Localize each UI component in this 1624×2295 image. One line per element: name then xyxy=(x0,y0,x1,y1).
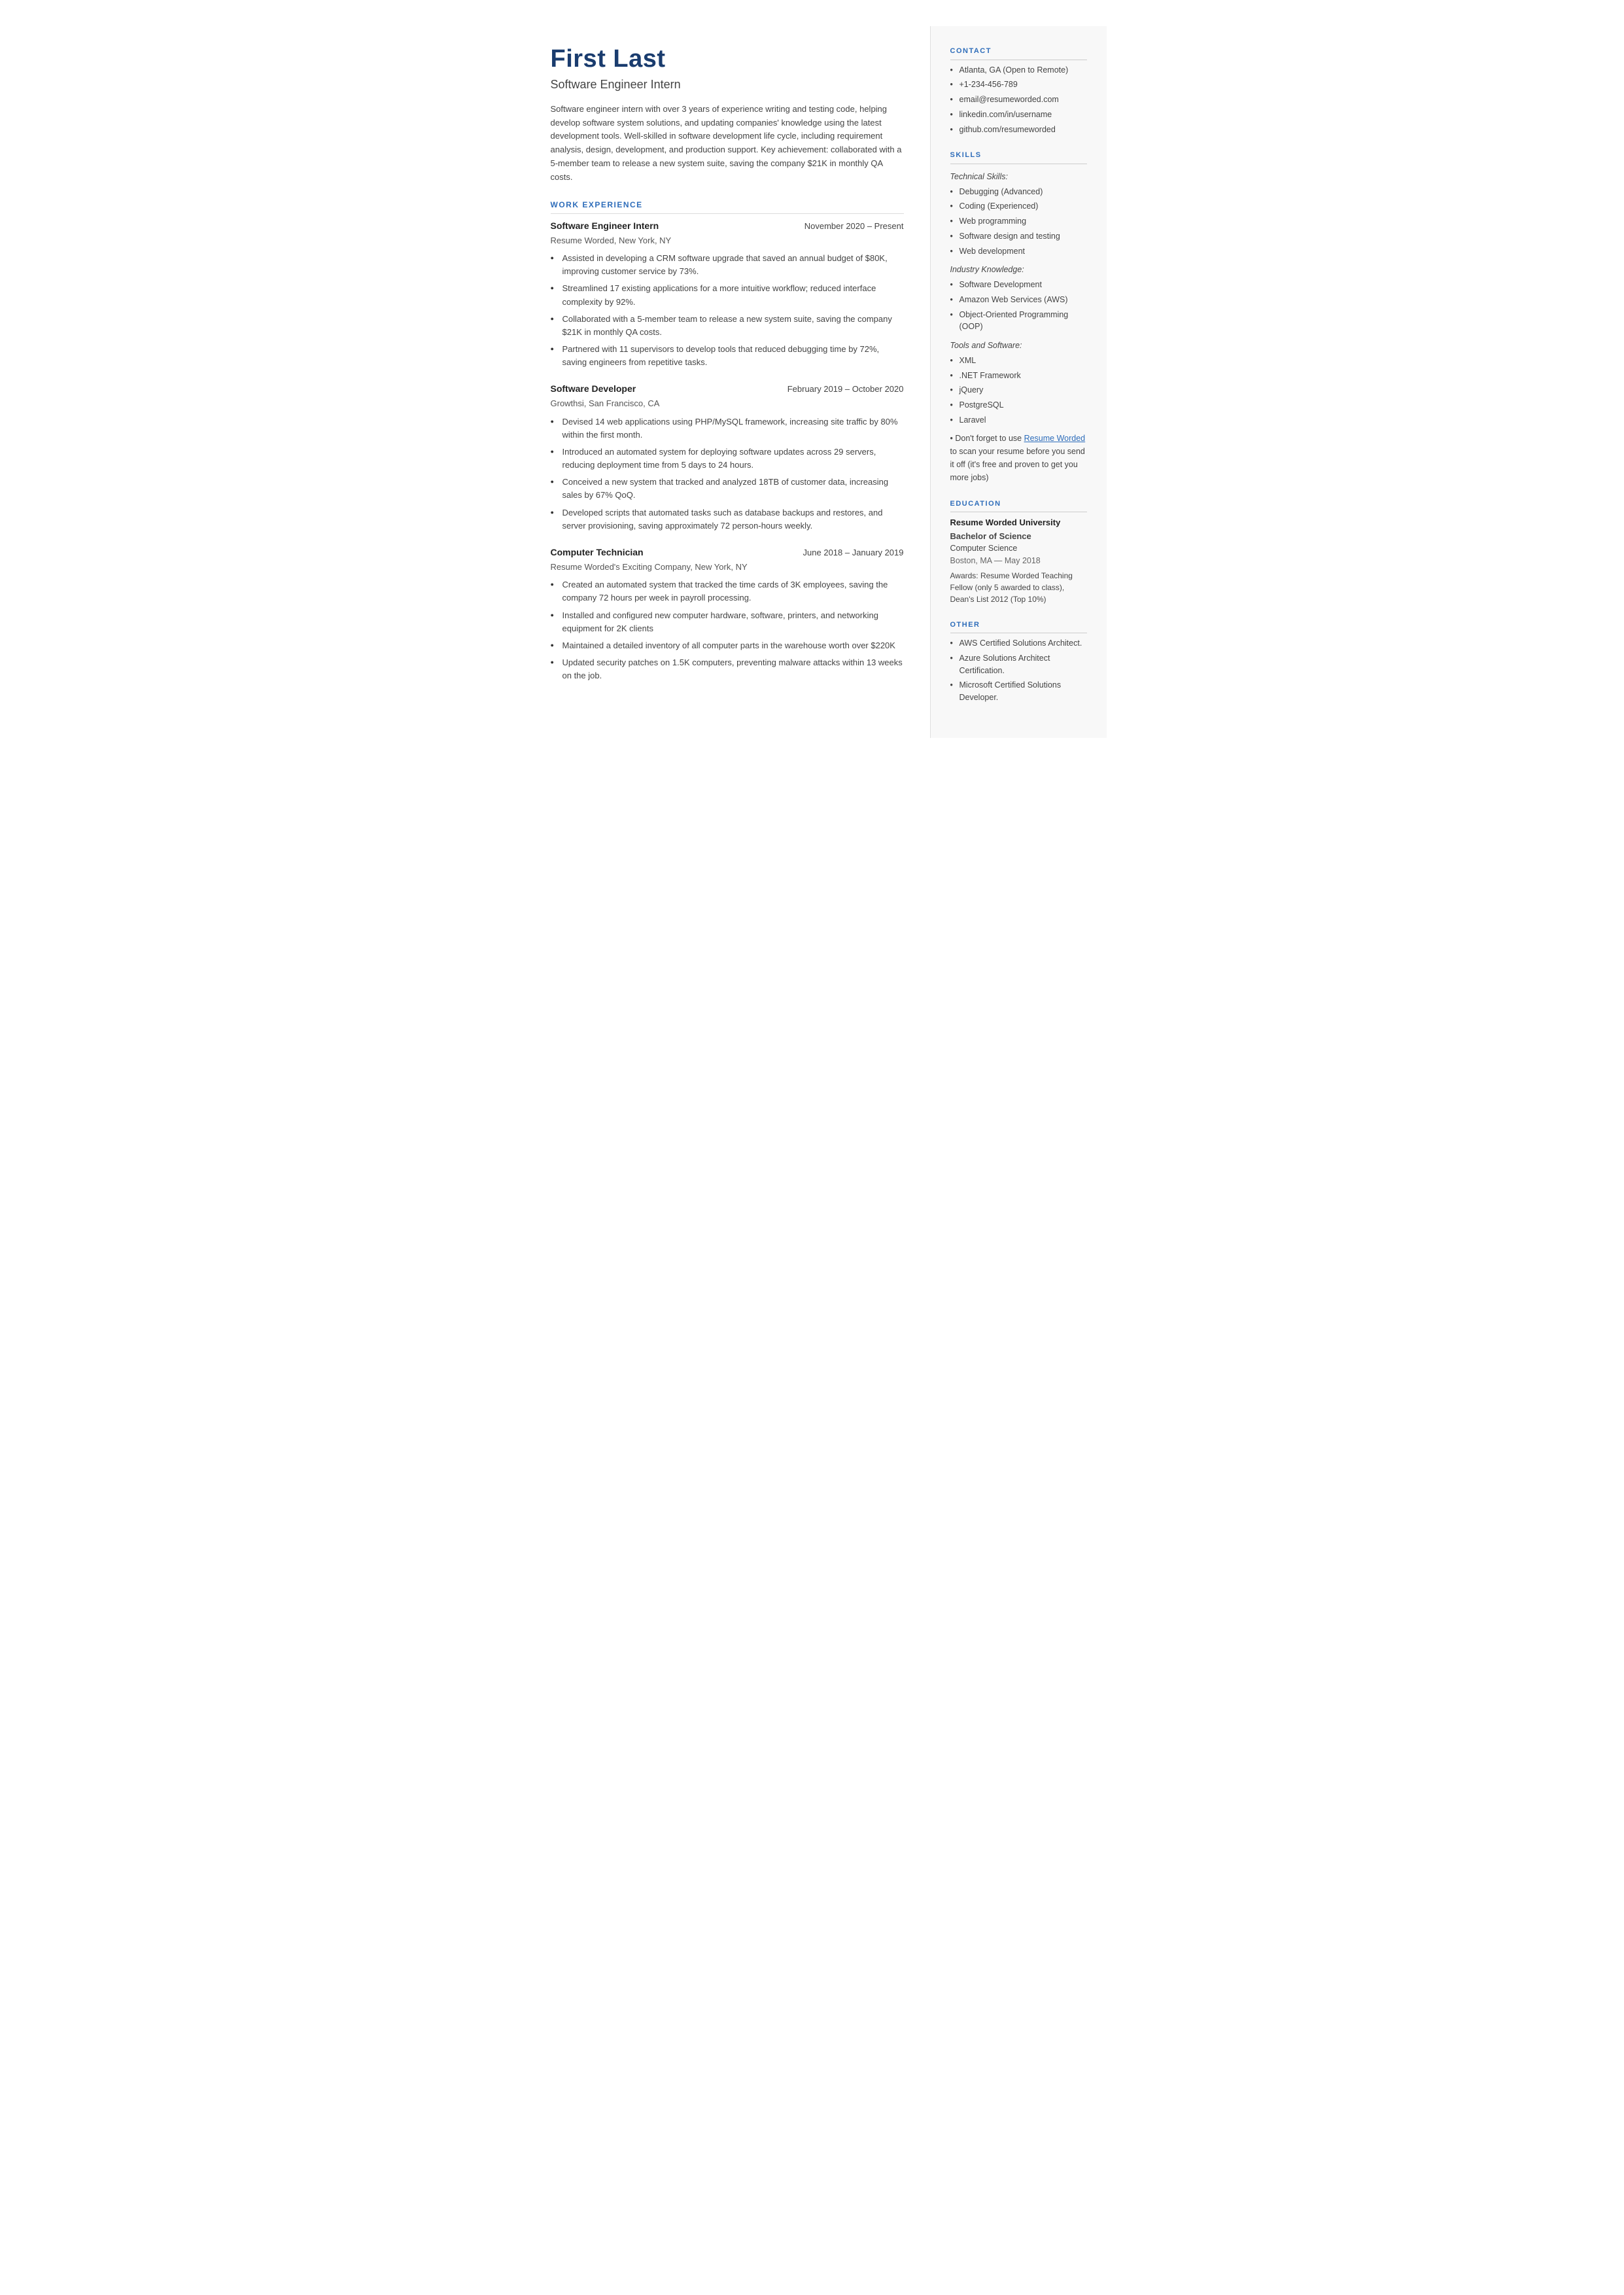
skills-promo: • Don't forget to use Resume Worded to s… xyxy=(950,432,1087,484)
bullet-2-4: Developed scripts that automated tasks s… xyxy=(551,506,904,533)
tools-skills-list: XML .NET Framework jQuery PostgreSQL Lar… xyxy=(950,355,1087,427)
candidate-summary: Software engineer intern with over 3 yea… xyxy=(551,103,904,184)
bullet-1-1: Assisted in developing a CRM software up… xyxy=(551,252,904,278)
skill-design-testing: Software design and testing xyxy=(950,230,1087,243)
job-company-2: Growthsi, San Francisco, CA xyxy=(551,397,904,410)
bullet-2-2: Introduced an automated system for deplo… xyxy=(551,446,904,472)
skill-dotnet: .NET Framework xyxy=(950,370,1087,382)
job-block-3: Computer Technician June 2018 – January … xyxy=(551,546,904,682)
contact-list: Atlanta, GA (Open to Remote) +1-234-456-… xyxy=(950,64,1087,136)
technical-skills-label: Technical Skills: xyxy=(950,171,1087,183)
job-title-1: Software Engineer Intern xyxy=(551,219,659,233)
job-bullets-2: Devised 14 web applications using PHP/My… xyxy=(551,415,904,533)
job-dates-3: June 2018 – January 2019 xyxy=(803,546,904,559)
education-header: EDUCATION xyxy=(950,499,1087,513)
edu-school: Resume Worded University xyxy=(950,516,1087,529)
job-bullets-3: Created an automated system that tracked… xyxy=(551,578,904,682)
contact-email: email@resumeworded.com xyxy=(950,94,1087,106)
work-experience-header: WORK EXPERIENCE xyxy=(551,199,904,214)
skills-header: SKILLS xyxy=(950,150,1087,164)
bullet-1-2: Streamlined 17 existing applications for… xyxy=(551,282,904,308)
contact-phone: +1-234-456-789 xyxy=(950,79,1087,91)
bullet-2-3: Conceived a new system that tracked and … xyxy=(551,476,904,502)
edu-degree: Bachelor of Science xyxy=(950,530,1087,543)
edu-field: Computer Science xyxy=(950,542,1087,555)
work-experience-section: WORK EXPERIENCE Software Engineer Intern… xyxy=(551,199,904,683)
job-bullets-1: Assisted in developing a CRM software up… xyxy=(551,252,904,369)
skill-oop: Object-Oriented Programming (OOP) xyxy=(950,309,1087,334)
other-aws: AWS Certified Solutions Architect. xyxy=(950,637,1087,650)
skill-aws: Amazon Web Services (AWS) xyxy=(950,294,1087,306)
skills-section: SKILLS Technical Skills: Debugging (Adva… xyxy=(950,150,1087,483)
edu-location: Boston, MA — May 2018 xyxy=(950,555,1087,567)
edu-block: Resume Worded University Bachelor of Sci… xyxy=(950,516,1087,605)
contact-location: Atlanta, GA (Open to Remote) xyxy=(950,64,1087,77)
job-block-2: Software Developer February 2019 – Octob… xyxy=(551,382,904,533)
candidate-name: First Last xyxy=(551,46,904,73)
job-title-row-1: Software Engineer Intern November 2020 –… xyxy=(551,219,904,233)
job-company-3: Resume Worded's Exciting Company, New Yo… xyxy=(551,561,904,574)
skill-postgresql: PostgreSQL xyxy=(950,399,1087,412)
skill-web-programming: Web programming xyxy=(950,215,1087,228)
other-list: AWS Certified Solutions Architect. Azure… xyxy=(950,637,1087,704)
bullet-3-1: Created an automated system that tracked… xyxy=(551,578,904,604)
candidate-title: Software Engineer Intern xyxy=(551,76,904,94)
industry-skills-list: Software Development Amazon Web Services… xyxy=(950,279,1087,333)
job-dates-2: February 2019 – October 2020 xyxy=(787,383,904,396)
contact-linkedin: linkedin.com/in/username xyxy=(950,109,1087,121)
skill-laravel: Laravel xyxy=(950,414,1087,427)
bullet-2-1: Devised 14 web applications using PHP/My… xyxy=(551,415,904,442)
education-section: EDUCATION Resume Worded University Bache… xyxy=(950,499,1087,605)
skill-web-dev: Web development xyxy=(950,245,1087,258)
contact-header: CONTACT xyxy=(950,46,1087,60)
skill-coding: Coding (Experienced) xyxy=(950,200,1087,213)
skill-jquery: jQuery xyxy=(950,384,1087,396)
other-section: OTHER AWS Certified Solutions Architect.… xyxy=(950,620,1087,704)
job-title-3: Computer Technician xyxy=(551,546,644,559)
job-dates-1: November 2020 – Present xyxy=(804,220,904,233)
resume-worded-link[interactable]: Resume Worded xyxy=(1024,434,1086,443)
skill-debugging: Debugging (Advanced) xyxy=(950,186,1087,198)
bullet-3-3: Maintained a detailed inventory of all c… xyxy=(551,639,904,652)
left-column: First Last Software Engineer Intern Soft… xyxy=(518,26,930,738)
industry-skills-label: Industry Knowledge: xyxy=(950,264,1087,276)
technical-skills-list: Debugging (Advanced) Coding (Experienced… xyxy=(950,186,1087,258)
bullet-1-3: Collaborated with a 5-member team to rel… xyxy=(551,313,904,339)
skill-xml: XML xyxy=(950,355,1087,367)
job-title-row-3: Computer Technician June 2018 – January … xyxy=(551,546,904,559)
other-azure: Azure Solutions Architect Certification. xyxy=(950,652,1087,677)
job-company-1: Resume Worded, New York, NY xyxy=(551,234,904,247)
skill-software-dev: Software Development xyxy=(950,279,1087,291)
bullet-3-2: Installed and configured new computer ha… xyxy=(551,609,904,635)
job-title-row-2: Software Developer February 2019 – Octob… xyxy=(551,382,904,396)
tools-skills-label: Tools and Software: xyxy=(950,340,1087,352)
job-title-2: Software Developer xyxy=(551,382,636,396)
other-header: OTHER xyxy=(950,620,1087,634)
bullet-1-4: Partnered with 11 supervisors to develop… xyxy=(551,343,904,369)
edu-awards: Awards: Resume Worded Teaching Fellow (o… xyxy=(950,570,1087,605)
contact-section: CONTACT Atlanta, GA (Open to Remote) +1-… xyxy=(950,46,1087,135)
resume-page: First Last Software Engineer Intern Soft… xyxy=(518,0,1107,764)
bullet-3-4: Updated security patches on 1.5K compute… xyxy=(551,656,904,682)
other-microsoft: Microsoft Certified Solutions Developer. xyxy=(950,679,1087,704)
right-column: CONTACT Atlanta, GA (Open to Remote) +1-… xyxy=(930,26,1107,738)
contact-github: github.com/resumeworded xyxy=(950,124,1087,136)
job-block-1: Software Engineer Intern November 2020 –… xyxy=(551,219,904,370)
